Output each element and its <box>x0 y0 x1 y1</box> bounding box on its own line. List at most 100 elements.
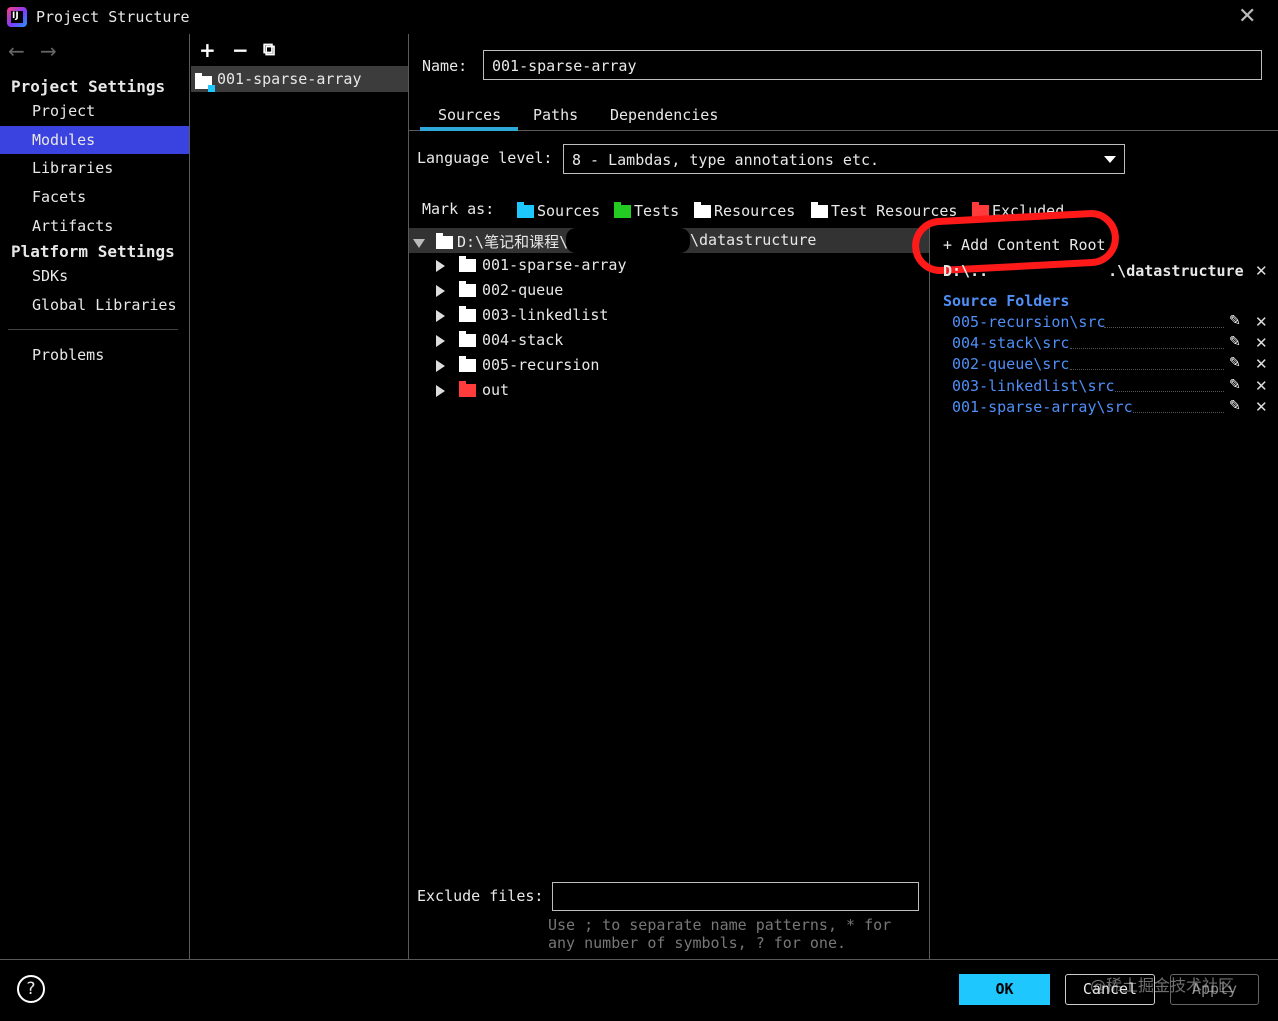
tab-paths[interactable]: Paths <box>533 106 578 124</box>
mark-as-tests-button[interactable]: Tests <box>614 202 679 220</box>
folder-icon <box>459 281 476 297</box>
source-folder-row: 005-recursion\src ✎ ✕ <box>952 313 1272 334</box>
mark-as-resources-label: Resources <box>714 202 796 220</box>
forward-arrow-icon[interactable]: → <box>40 39 57 63</box>
expand-arrow-icon[interactable] <box>436 334 445 347</box>
expand-arrow-icon[interactable] <box>436 259 445 272</box>
language-level-select[interactable]: 8 - Lambdas, type annotations etc. <box>563 144 1125 174</box>
source-folder-row: 004-stack\src ✎ ✕ <box>952 334 1272 355</box>
module-folder-icon <box>195 73 215 92</box>
tree-item-002-queue[interactable]: 002-queue <box>436 281 563 299</box>
tree-root-path: D:\笔记和课程\ <box>457 233 569 251</box>
footer-divider-line <box>0 959 1278 960</box>
content-root-path-prefix: D:\.. <box>943 262 989 280</box>
nav-item-project[interactable]: Project <box>0 97 189 125</box>
back-arrow-icon[interactable]: ← <box>8 39 25 63</box>
source-folder-label: 005-recursion\src <box>952 313 1106 331</box>
source-folder-label: 004-stack\src <box>952 334 1070 352</box>
active-tab-indicator <box>420 127 518 131</box>
ok-button[interactable]: OK <box>959 974 1050 1005</box>
source-folder-label: 001-sparse-array\src <box>952 398 1133 416</box>
nav-item-libraries[interactable]: Libraries <box>0 154 189 182</box>
tree-item-003-linkedlist[interactable]: 003-linkedlist <box>436 306 608 324</box>
source-folders-heading: Source Folders <box>943 292 1070 310</box>
tree-item-label: out <box>482 381 510 399</box>
close-icon[interactable]: ✕ <box>1238 4 1256 29</box>
expand-arrow-icon[interactable] <box>436 309 445 322</box>
test-resources-folder-icon <box>811 202 828 218</box>
module-label: 001-sparse-array <box>217 70 362 88</box>
collapse-arrow-icon[interactable] <box>413 234 425 252</box>
tab-dependencies[interactable]: Dependencies <box>610 106 718 124</box>
folder-icon <box>436 233 453 249</box>
close-icon[interactable]: ✕ <box>1255 398 1268 416</box>
tree-item-label: 003-linkedlist <box>482 306 609 324</box>
expand-arrow-icon[interactable] <box>436 359 445 372</box>
content-root-path-suffix: .\datastructure <box>1108 262 1244 280</box>
content-root-divider-line <box>929 228 930 959</box>
add-module-icon[interactable]: + <box>199 38 216 62</box>
intellij-logo-icon: IJ <box>7 7 27 27</box>
tree-item-label: 002-queue <box>482 281 564 299</box>
tree-item-004-stack[interactable]: 004-stack <box>436 331 563 349</box>
mark-as-tests-label: Tests <box>634 202 680 220</box>
content-root-path: D:\.. .\datastructure <box>943 262 1244 280</box>
redaction-blob <box>566 228 690 253</box>
nav-item-modules[interactable]: Modules <box>0 126 189 154</box>
sources-folder-icon <box>517 202 534 218</box>
module-name-input[interactable]: 001-sparse-array <box>483 50 1262 80</box>
edit-icon[interactable]: ✎ <box>1229 398 1241 414</box>
remove-module-icon[interactable]: − <box>232 38 249 62</box>
chevron-down-icon <box>1104 156 1116 163</box>
tree-item-001-sparse-array[interactable]: 001-sparse-array <box>436 256 627 274</box>
mark-as-resources-button[interactable]: Resources <box>694 202 795 220</box>
tree-item-label: 005-recursion <box>482 356 600 374</box>
language-level-label: Language level: <box>417 149 553 167</box>
exclude-files-hint: Use ; to separate name patterns, * for a… <box>548 916 892 952</box>
tree-item-out[interactable]: out <box>436 381 509 399</box>
source-folder-label: 003-linkedlist\src <box>952 377 1115 395</box>
nav-item-problems[interactable]: Problems <box>0 341 189 369</box>
mark-as-label: Mark as: <box>422 200 495 218</box>
edit-icon[interactable]: ✎ <box>1229 334 1241 350</box>
name-label: Name: <box>422 57 468 75</box>
source-folder-label: 002-queue\src <box>952 355 1070 373</box>
exclude-files-input[interactable] <box>552 882 919 911</box>
project-settings-heading: Project Settings <box>11 77 166 96</box>
edit-icon[interactable]: ✎ <box>1229 377 1241 393</box>
folder-icon <box>459 256 476 272</box>
edit-icon[interactable]: ✎ <box>1229 355 1241 371</box>
close-icon[interactable]: ✕ <box>1255 355 1268 373</box>
source-folder-row: 001-sparse-array\src ✎ ✕ <box>952 398 1272 419</box>
edit-icon[interactable]: ✎ <box>1229 313 1241 329</box>
nav-item-global-libraries[interactable]: Global Libraries <box>0 291 189 319</box>
tab-sources[interactable]: Sources <box>438 106 501 124</box>
mark-as-sources-button[interactable]: Sources <box>517 202 600 220</box>
expand-arrow-icon[interactable] <box>436 384 445 397</box>
copy-module-icon[interactable]: ⧉ <box>263 40 275 60</box>
nav-item-artifacts[interactable]: Artifacts <box>0 212 189 240</box>
expand-arrow-icon[interactable] <box>436 284 445 297</box>
folder-icon <box>459 306 476 322</box>
source-folder-row: 002-queue\src ✎ ✕ <box>952 355 1272 376</box>
nav-item-sdks[interactable]: SDKs <box>0 262 189 290</box>
nav-divider <box>8 329 178 330</box>
nav-item-facets[interactable]: Facets <box>0 183 189 211</box>
folder-icon <box>459 356 476 372</box>
close-icon[interactable]: ✕ <box>1255 334 1268 352</box>
tree-root: D:\笔记和课程\ <box>436 231 568 252</box>
excluded-folder-icon <box>459 381 476 397</box>
resources-folder-icon <box>694 202 711 218</box>
close-icon[interactable]: ✕ <box>1255 313 1268 331</box>
tabs-divider-line <box>409 130 1278 131</box>
tree-root-suffix: \datastructure <box>690 231 817 249</box>
tree-item-label: 001-sparse-array <box>482 256 627 274</box>
exclude-files-label: Exclude files: <box>417 887 544 905</box>
help-button[interactable]: ? <box>17 975 45 1003</box>
mark-as-sources-label: Sources <box>537 202 601 220</box>
platform-settings-heading: Platform Settings <box>11 242 175 261</box>
tree-item-label: 004-stack <box>482 331 564 349</box>
remove-content-root-icon[interactable]: ✕ <box>1255 262 1268 280</box>
tree-item-005-recursion[interactable]: 005-recursion <box>436 356 599 374</box>
close-icon[interactable]: ✕ <box>1255 377 1268 395</box>
